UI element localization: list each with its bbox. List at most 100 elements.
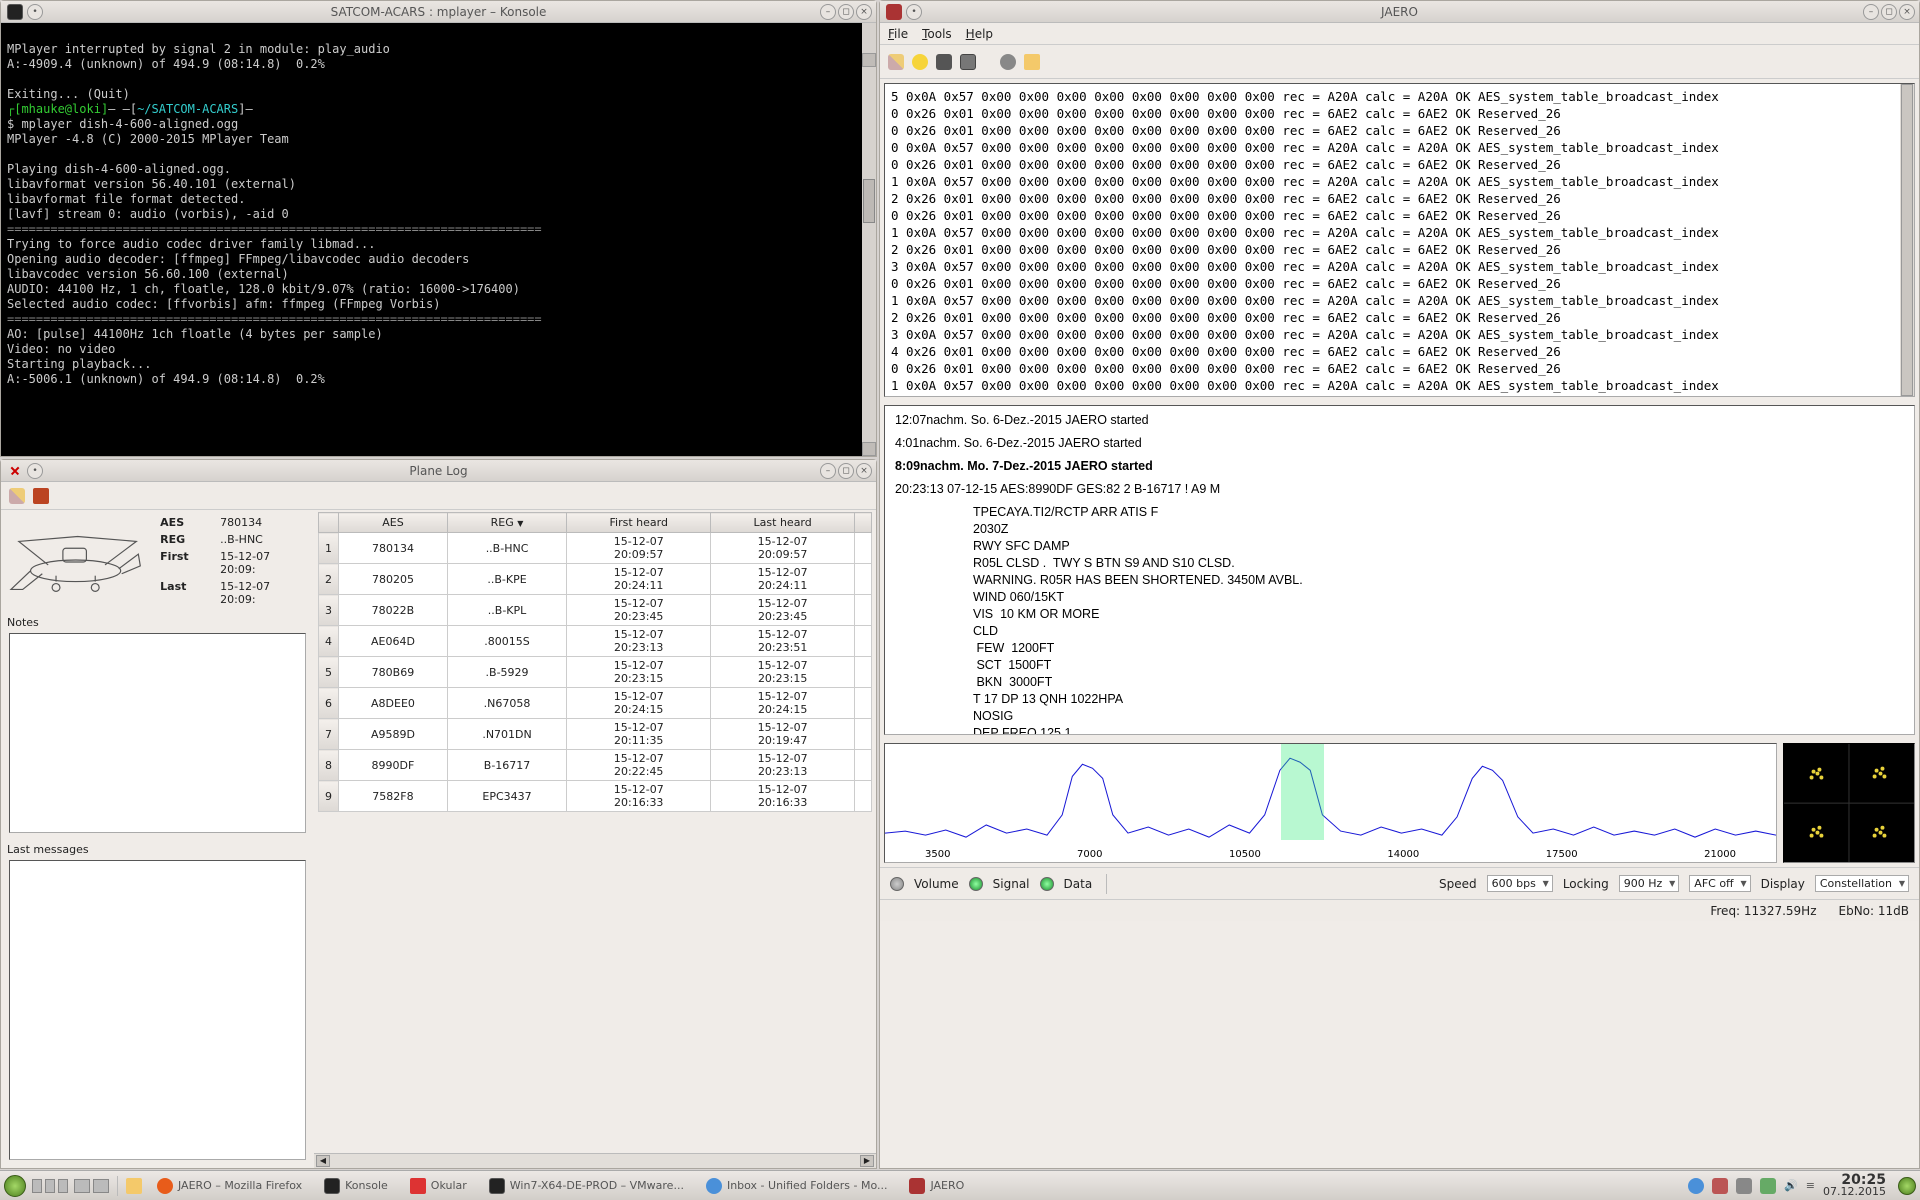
table-icon[interactable] bbox=[960, 54, 976, 70]
window-title: Plane Log bbox=[1, 464, 876, 478]
tray-network-icon[interactable]: ≡ bbox=[1806, 1179, 1815, 1192]
pin-button[interactable]: • bbox=[906, 4, 922, 20]
locking-select[interactable]: 900 Hz bbox=[1619, 875, 1680, 892]
minimize-button[interactable]: – bbox=[820, 4, 836, 20]
table-row[interactable]: 1780134..B-HNC15-12-0720:09:5715-12-0720… bbox=[319, 533, 872, 564]
quick-files-icon[interactable] bbox=[126, 1178, 142, 1194]
col-rownum[interactable] bbox=[319, 513, 339, 533]
lastmsg-label: Last messages bbox=[1, 839, 314, 860]
scrollbar[interactable] bbox=[862, 23, 876, 456]
scroll-thumb[interactable] bbox=[1901, 84, 1913, 396]
clock[interactable]: 20:25 07.12.2015 bbox=[1823, 1174, 1890, 1198]
jaero-menubar: File Tools Help bbox=[880, 23, 1919, 45]
jaero-toolbar bbox=[880, 45, 1919, 79]
table-row[interactable]: 88990DFB-1671715-12-0720:22:4515-12-0720… bbox=[319, 750, 872, 781]
tray-icon[interactable] bbox=[1760, 1178, 1776, 1194]
show-desktop[interactable] bbox=[1898, 1177, 1916, 1195]
taskbar-item[interactable]: Okular bbox=[401, 1174, 476, 1198]
table-row[interactable]: 7A9589D.N701DN15-12-0720:11:3515-12-0720… bbox=[319, 719, 872, 750]
menu-help[interactable]: Help bbox=[966, 27, 993, 41]
gear-icon[interactable] bbox=[1000, 54, 1016, 70]
close-button[interactable]: × bbox=[1899, 4, 1915, 20]
signal-highlight bbox=[1281, 744, 1324, 840]
activity-icon[interactable] bbox=[32, 1179, 68, 1193]
close-button[interactable]: × bbox=[856, 4, 872, 20]
table-row[interactable]: 4AE064D.80015S15-12-0720:23:1315-12-0720… bbox=[319, 626, 872, 657]
maximize-button[interactable]: ◻ bbox=[838, 463, 854, 479]
terminal-output[interactable]: MPlayer interrupted by signal 2 in modul… bbox=[1, 23, 876, 456]
clock-time: 20:25 bbox=[1823, 1174, 1886, 1186]
pager[interactable] bbox=[74, 1179, 109, 1193]
scroll-thumb[interactable] bbox=[863, 179, 875, 223]
planelog-titlebar[interactable]: • Plane Log – ◻ × bbox=[1, 460, 876, 482]
app-icon bbox=[324, 1178, 340, 1194]
table-row[interactable]: 97582F8EPC343715-12-0720:16:3315-12-0720… bbox=[319, 781, 872, 812]
taskbar-item[interactable]: Konsole bbox=[315, 1174, 397, 1198]
close-icon[interactable] bbox=[7, 463, 23, 479]
col-aes[interactable]: AES bbox=[339, 513, 448, 533]
maximize-button[interactable]: ◻ bbox=[1881, 4, 1897, 20]
systray: 🔊 ≡ 20:25 07.12.2015 bbox=[1688, 1174, 1916, 1198]
clean-icon[interactable] bbox=[9, 488, 25, 504]
app-icon bbox=[489, 1178, 505, 1194]
aircraft-image bbox=[9, 516, 146, 606]
hex-log[interactable]: 5 0x0A 0x57 0x00 0x00 0x00 0x00 0x00 0x0… bbox=[884, 83, 1915, 397]
scroll-left[interactable]: ◀ bbox=[316, 1155, 330, 1167]
duck-icon[interactable] bbox=[912, 54, 928, 70]
speed-select[interactable]: 600 bps bbox=[1487, 875, 1553, 892]
table-row[interactable]: 6A8DEE0.N6705815-12-0720:24:1515-12-0720… bbox=[319, 688, 872, 719]
taskbar-item[interactable]: JAERO – Mozilla Firefox bbox=[148, 1174, 311, 1198]
col-first[interactable]: First heard bbox=[567, 513, 711, 533]
col-last[interactable]: Last heard bbox=[711, 513, 855, 533]
tray-icon[interactable] bbox=[1736, 1178, 1752, 1194]
table-row[interactable]: 378022B..B-KPL15-12-0720:23:4515-12-0720… bbox=[319, 595, 872, 626]
menu-file[interactable]: File bbox=[888, 27, 908, 41]
taskbar-item-label: JAERO – Mozilla Firefox bbox=[178, 1179, 302, 1192]
scrollbar[interactable] bbox=[1900, 84, 1914, 396]
table-hscroll[interactable]: ◀ ▶ bbox=[314, 1153, 876, 1168]
tray-icon[interactable] bbox=[1712, 1178, 1728, 1194]
scroll-up[interactable] bbox=[862, 53, 876, 67]
planes-table[interactable]: AES REG ▼ First heard Last heard 1780134… bbox=[318, 512, 872, 812]
taskbar-item[interactable]: Win7-X64-DE-PROD – VMware... bbox=[480, 1174, 693, 1198]
afc-select[interactable]: AFC off bbox=[1689, 875, 1750, 892]
tray-icon[interactable] bbox=[1688, 1178, 1704, 1194]
lastmsg-field[interactable] bbox=[9, 860, 306, 1160]
menu-tools[interactable]: Tools bbox=[922, 27, 952, 41]
folder-icon[interactable] bbox=[1024, 54, 1040, 70]
table-row[interactable]: 5780B69.B-592915-12-0720:23:1515-12-0720… bbox=[319, 657, 872, 688]
scroll-right[interactable]: ▶ bbox=[860, 1155, 874, 1167]
constellation-display[interactable] bbox=[1783, 743, 1915, 863]
taskbar-item[interactable]: JAERO bbox=[900, 1174, 973, 1198]
log-line: 12:07nachm. So. 6-Dez.-2015 JAERO starte… bbox=[895, 412, 1904, 429]
planelog-toolbar bbox=[1, 482, 876, 510]
minimize-button[interactable]: – bbox=[820, 463, 836, 479]
app-icon bbox=[886, 4, 902, 20]
col-reg[interactable]: REG ▼ bbox=[447, 513, 566, 533]
taskbar-item-label: JAERO bbox=[930, 1179, 964, 1192]
planelog-window: • Plane Log – ◻ × bbox=[0, 459, 877, 1169]
konsole-titlebar[interactable]: • SATCOM-ACARS : mplayer – Konsole – ◻ × bbox=[1, 1, 876, 23]
display-select[interactable]: Constellation bbox=[1815, 875, 1909, 892]
status-ebno: EbNo: 11dB bbox=[1839, 904, 1910, 918]
pin-button[interactable]: • bbox=[27, 4, 43, 20]
spectrum-display[interactable]: 3500700010500140001750021000 bbox=[884, 743, 1777, 863]
broom-icon[interactable] bbox=[888, 54, 904, 70]
taskbar-item[interactable]: Inbox - Unified Folders - Mo... bbox=[697, 1174, 897, 1198]
tray-volume-icon[interactable]: 🔊 bbox=[1784, 1179, 1798, 1192]
minimize-button[interactable]: – bbox=[1863, 4, 1879, 20]
status-freq: Freq: 11327.59Hz bbox=[1710, 904, 1816, 918]
notes-field[interactable] bbox=[9, 633, 306, 833]
plane-icon[interactable] bbox=[33, 488, 49, 504]
message-log[interactable]: 12:07nachm. So. 6-Dez.-2015 JAERO starte… bbox=[884, 405, 1915, 735]
table-row[interactable]: 2780205..B-KPE15-12-0720:24:1115-12-0720… bbox=[319, 564, 872, 595]
jaero-titlebar[interactable]: • JAERO – ◻ × bbox=[880, 1, 1919, 23]
binoculars-icon[interactable] bbox=[936, 54, 952, 70]
taskbar[interactable]: JAERO – Mozilla Firefox KonsoleOkularWin7… bbox=[0, 1170, 1920, 1200]
maximize-button[interactable]: ◻ bbox=[838, 4, 854, 20]
pin-button[interactable]: • bbox=[27, 463, 43, 479]
spectrum-ticks: 3500700010500140001750021000 bbox=[885, 849, 1776, 860]
start-button[interactable] bbox=[4, 1175, 26, 1197]
close-button[interactable]: × bbox=[856, 463, 872, 479]
scroll-down[interactable] bbox=[862, 442, 876, 456]
